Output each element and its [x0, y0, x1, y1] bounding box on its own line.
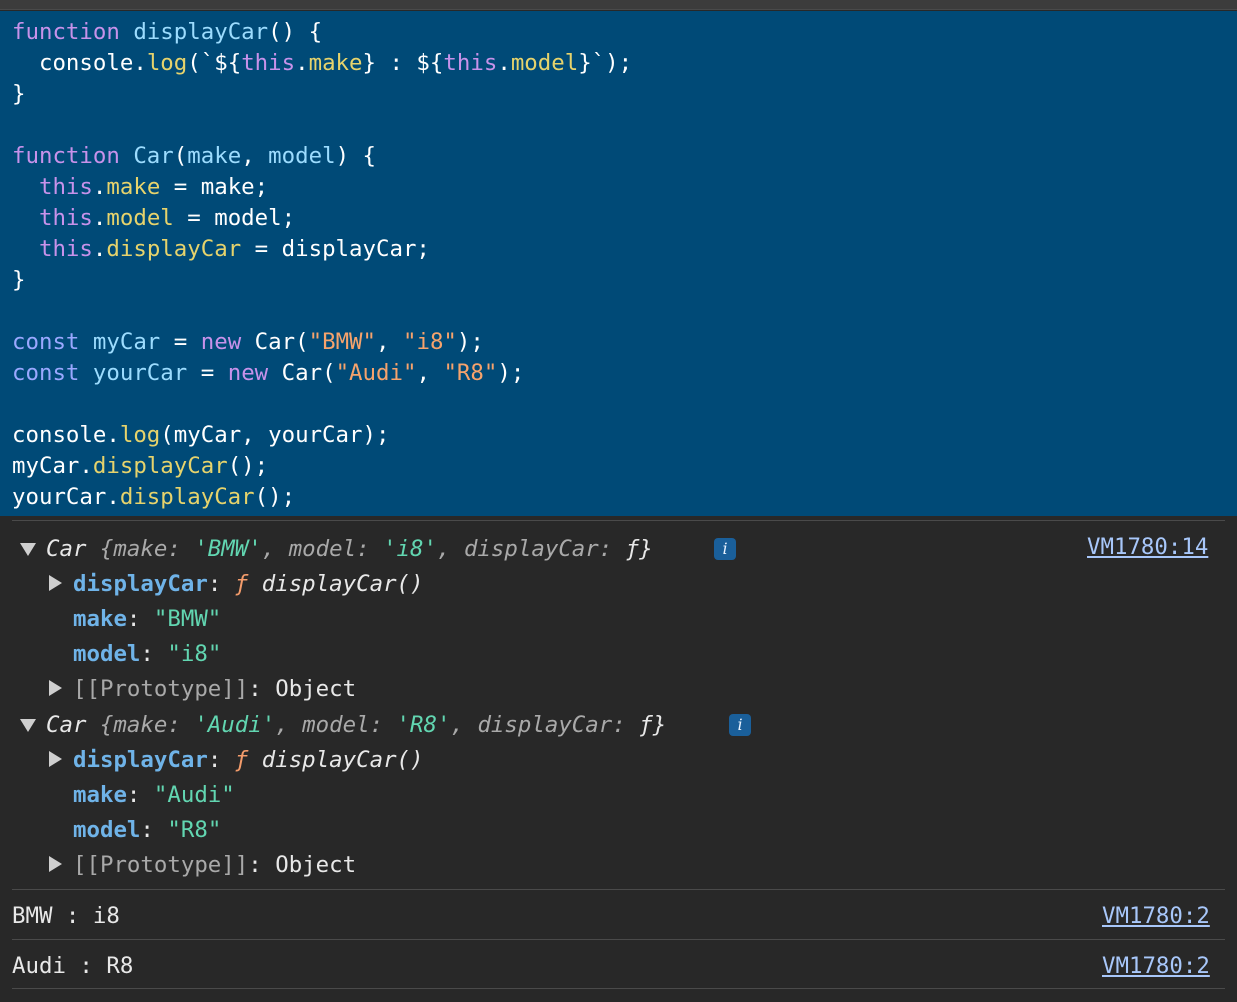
expand-triangle-icon[interactable] — [49, 856, 62, 872]
collapse-triangle-icon[interactable] — [20, 719, 36, 732]
code-line: yourCar.displayCar(); — [12, 484, 296, 510]
object-summary[interactable]: Car {make: 'BMW', model: 'i8', displayCa… — [46, 532, 653, 566]
code-line: function Car(make, model) { — [12, 143, 377, 169]
source-link[interactable]: VM1780:2 — [1102, 949, 1210, 983]
expand-triangle-icon[interactable] — [49, 680, 62, 696]
property-row: model: "i8" — [73, 641, 222, 667]
property-row: make: "Audi" — [73, 782, 235, 808]
code-line: this.make = make; — [38, 174, 269, 200]
divider — [12, 939, 1225, 940]
code-line: } — [12, 81, 26, 107]
divider — [12, 889, 1225, 890]
code-line: myCar.displayCar(); — [12, 453, 269, 479]
expand-triangle-icon[interactable] — [49, 751, 62, 767]
code-line: const yourCar = new Car("Audi", "R8"); — [12, 360, 525, 386]
divider — [12, 520, 1225, 521]
prototype-row[interactable]: [[Prototype]]: Object — [73, 672, 356, 706]
expand-triangle-icon[interactable] — [49, 575, 62, 591]
source-link[interactable]: VM1780:14 — [1087, 530, 1208, 564]
devtools-top-bar — [0, 0, 1237, 10]
console-output: Car {make: 'BMW', model: 'i8', displayCa… — [0, 516, 1237, 1002]
object-summary[interactable]: Car {make: 'Audi', model: 'R8', displayC… — [46, 708, 666, 742]
log-message: BMW : i8 — [12, 903, 120, 929]
log-message: Audi : R8 — [12, 953, 134, 979]
code-line: this.displayCar = displayCar; — [38, 236, 430, 262]
property-row[interactable]: displayCar: ƒ displayCar() — [73, 743, 424, 777]
code-line: } — [12, 267, 26, 293]
code-line: console.log(`${this.make} : ${this.model… — [12, 50, 633, 76]
code-line: function displayCar() { — [12, 19, 323, 45]
property-row[interactable]: displayCar: ƒ displayCar() — [73, 567, 424, 601]
code-line: this.model = model; — [38, 205, 296, 231]
source-link[interactable]: VM1780:2 — [1102, 899, 1210, 933]
prototype-row[interactable]: [[Prototype]]: Object — [73, 848, 356, 882]
info-icon[interactable]: i — [714, 538, 736, 560]
divider — [12, 988, 1225, 989]
code-line: const myCar = new Car("BMW", "i8"); — [12, 329, 484, 355]
collapse-triangle-icon[interactable] — [20, 543, 36, 556]
property-row: model: "R8" — [73, 817, 222, 843]
info-icon[interactable]: i — [729, 714, 751, 736]
property-row: make: "BMW" — [73, 606, 222, 632]
code-snippet-panel[interactable]: function displayCar() { console.log(`${t… — [0, 11, 1237, 516]
code-line: console.log(myCar, yourCar); — [12, 422, 390, 448]
